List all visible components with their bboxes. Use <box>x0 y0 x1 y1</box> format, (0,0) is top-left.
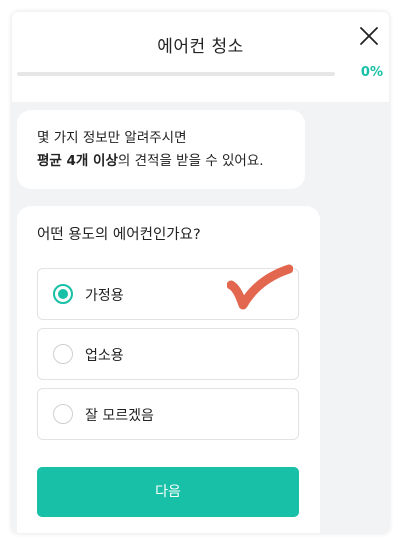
question-text: 어떤 용도의 에어컨인가요? <box>37 227 201 243</box>
radio-icon[interactable] <box>53 404 73 424</box>
info-highlight: 평균 4개 이상 <box>37 153 118 169</box>
option-business[interactable]: 업소용 <box>37 328 299 380</box>
close-icon <box>360 27 378 45</box>
option-label: 잘 모르겠음 <box>85 408 154 424</box>
progress-percent: 0% <box>360 65 383 80</box>
app-frame: 에어컨 청소 0% 몇 가지 정보만 알려주시면 평균 4개 이상의 견적을 받… <box>12 12 389 533</box>
radio-icon[interactable] <box>53 344 73 364</box>
question-card: 어떤 용도의 에어컨인가요? 가정용 업소용 잘 모르겠음 다음 <box>17 206 320 533</box>
option-unsure[interactable]: 잘 모르겠음 <box>37 388 299 440</box>
info-line-2-rest: 의 견적을 받을 수 있어요. <box>117 153 264 169</box>
option-label: 업소용 <box>85 348 124 364</box>
checkmark-icon <box>227 264 293 310</box>
progress-bar <box>17 72 335 76</box>
page-title: 에어컨 청소 <box>157 37 244 57</box>
radio-selected-icon[interactable] <box>53 284 73 304</box>
header: 에어컨 청소 0% <box>12 12 389 102</box>
info-line-1: 몇 가지 정보만 알려주시면 <box>37 130 187 146</box>
option-label: 가정용 <box>85 288 124 304</box>
info-message: 몇 가지 정보만 알려주시면 평균 4개 이상의 견적을 받을 수 있어요. <box>17 110 305 189</box>
info-line-2: 평균 4개 이상의 견적을 받을 수 있어요. <box>37 150 285 173</box>
next-button[interactable]: 다음 <box>37 467 299 517</box>
close-button[interactable] <box>355 22 383 50</box>
